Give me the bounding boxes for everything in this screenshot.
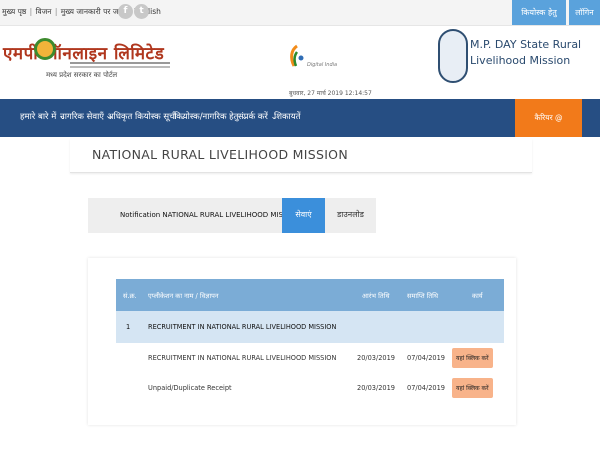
mponline-logo-text[interactable]: एमपी ऑनलाइन लिमिटेड <box>3 41 164 64</box>
kiosk-apply-button[interactable]: कियोस्क हेतु आवेदन <box>512 0 566 42</box>
row-end-date: 07/04/2019 <box>404 343 452 373</box>
row-end-date: 07/04/2019 <box>404 373 452 403</box>
row-action-cell: यहां क्लिक करें <box>452 343 504 373</box>
row-start-date: 20/03/2019 <box>354 343 404 373</box>
row-action-cell: यहां क्लिक करें <box>452 373 504 403</box>
nav-citizen-services-label: नागरिक सेवाएँ <box>60 112 104 122</box>
table-row: Unpaid/Duplicate Receipt 20/03/2019 07/0… <box>116 373 504 403</box>
digital-india-text: Digital India <box>307 62 338 68</box>
row-name: Unpaid/Duplicate Receipt <box>142 373 354 403</box>
tab-download[interactable]: डाउनलोड <box>325 198 376 233</box>
nav-contact[interactable]: संपर्क करें ⌄ <box>238 111 278 122</box>
click-here-button[interactable]: यहां क्लिक करें <box>452 378 493 398</box>
skip-to-content-link[interactable]: मुख्य जानकारी पर जाएँ <box>61 7 125 16</box>
group-number: 1 <box>116 311 142 343</box>
table-header-row: सं.क्र. एप्लीकेशन का नाम / विज्ञापन आरंभ… <box>116 279 504 311</box>
nav-authorized-kiosk-list-label: अधिकृत कियोस्क सूची <box>107 112 177 122</box>
table-group-row: 1 RECRUITMENT IN NATIONAL RURAL LIVELIHO… <box>116 311 504 343</box>
mponline-emblem-icon <box>34 38 56 60</box>
applications-table: सं.क्र. एप्लीकेशन का नाम / विज्ञापन आरंभ… <box>116 279 504 403</box>
top-bar: मुख्य पृष्ठ | विजन | मुख्य जानकारी पर जा… <box>0 0 600 42</box>
column-header-end-date: समाप्ति तिथि <box>404 279 452 311</box>
digital-india-logo-icon <box>290 44 304 67</box>
main-nav: हमारे बारे में ⌄ नागरिक सेवाएँ ⌄ अधिकृत … <box>0 99 600 160</box>
page-title-box: NATIONAL RURAL LIVELIHOOD MISSION <box>70 139 532 173</box>
mission-title-line2: Livelihood Mission <box>470 54 571 67</box>
nav-complaints[interactable]: शिकायतें <box>274 111 301 122</box>
header: एमपी ऑनलाइन लिमिटेड मध्य प्रदेश सरकार का… <box>0 26 600 99</box>
nav-citizen-services[interactable]: नागरिक सेवाएँ ⌄ <box>60 111 114 122</box>
column-header-start-date: आरंभ तिथि <box>354 279 404 311</box>
table-row: RECRUITMENT IN NATIONAL RURAL LIVELIHOOD… <box>116 343 504 373</box>
facebook-icon[interactable]: f <box>118 4 133 19</box>
logo-divider-2 <box>70 66 170 68</box>
career-button[interactable]: कैरियर @ एमपीऑनलाइन <box>515 99 582 160</box>
row-serial-empty <box>116 373 142 403</box>
column-header-action: कार्य <box>452 279 504 311</box>
page-title: NATIONAL RURAL LIVELIHOOD MISSION <box>92 147 348 162</box>
nav-kiosk-citizen-label: कियोस्क/नागरिक हेतु <box>174 112 239 122</box>
logo-divider <box>70 62 170 64</box>
current-datetime: बुधवार, 27 मार्च 2019 12:14:57 <box>289 90 372 97</box>
nav-about-us-label: हमारे बारे में <box>20 112 57 122</box>
group-name: RECRUITMENT IN NATIONAL RURAL LIVELIHOOD… <box>142 311 504 343</box>
column-header-application-name: एप्लीकेशन का नाम / विज्ञापन <box>142 279 354 311</box>
click-here-button[interactable]: यहां क्लिक करें <box>452 348 493 368</box>
logo-tagline: मध्य प्रदेश सरकार का पोर्टल <box>46 71 118 79</box>
column-header-serial: सं.क्र. <box>116 279 142 311</box>
notification-bar: Notification NATIONAL RURAL LIVELIHOOD M… <box>88 198 376 233</box>
home-link[interactable]: मुख्य पृष्ठ <box>2 7 26 16</box>
vision-link[interactable]: विजन <box>36 7 52 16</box>
mission-title-line1: M.P. DAY State Rural <box>470 38 582 51</box>
twitter-icon[interactable]: t <box>134 4 149 19</box>
mp-state-seal-icon <box>438 29 468 83</box>
row-start-date: 20/03/2019 <box>354 373 404 403</box>
row-serial-empty <box>116 343 142 373</box>
login-button[interactable]: लॉगिन <box>569 0 600 25</box>
tab-services[interactable]: सेवाएं <box>282 198 325 233</box>
notification-label: Notification NATIONAL RURAL LIVELIHOOD M… <box>120 211 301 219</box>
row-name: RECRUITMENT IN NATIONAL RURAL LIVELIHOOD… <box>142 343 354 373</box>
nav-contact-label: संपर्क करें <box>238 112 268 122</box>
